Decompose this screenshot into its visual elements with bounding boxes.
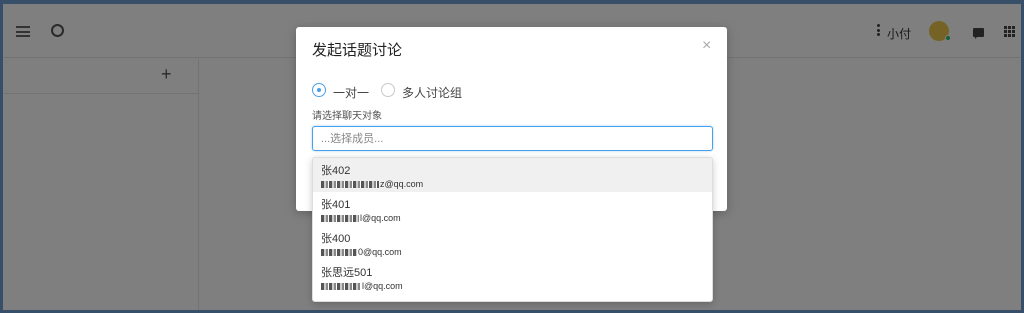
redacted-email-mask <box>321 215 359 223</box>
close-icon[interactable]: × <box>702 38 711 54</box>
redacted-email-mask <box>321 249 357 257</box>
member-option[interactable]: 张思远501 l@qq.com <box>313 260 712 294</box>
member-email: l@qq.com <box>321 212 704 224</box>
member-name: 张思远501 <box>321 267 373 279</box>
member-dropdown: 张402 z@qq.com 张401 l@qq.com 张400 0@qq.co… <box>312 157 713 302</box>
member-select-input[interactable] <box>312 126 713 151</box>
dialog-title: 发起话题讨论 <box>312 42 403 59</box>
radio-one-to-one-label[interactable]: 一对一 <box>333 84 369 101</box>
radio-group-discussion-label[interactable]: 多人讨论组 <box>402 84 462 101</box>
member-name: 张400 <box>321 233 351 245</box>
radio-one-to-one[interactable] <box>312 83 326 97</box>
member-name: 张402 <box>321 165 351 177</box>
member-email: 0@qq.com <box>321 246 704 258</box>
select-contact-label: 请选择聊天对象 <box>312 111 382 122</box>
member-email: l@qq.com <box>321 280 704 292</box>
radio-group-discussion[interactable] <box>381 83 395 97</box>
member-option[interactable]: 张401 l@qq.com <box>313 192 712 226</box>
member-email: z@qq.com <box>321 178 704 190</box>
redacted-email-mask <box>321 181 379 189</box>
member-option[interactable]: 张402 z@qq.com <box>313 158 712 192</box>
member-name: 张401 <box>321 199 351 211</box>
redacted-email-mask <box>321 283 361 291</box>
member-option[interactable]: 张400 0@qq.com <box>313 226 712 260</box>
